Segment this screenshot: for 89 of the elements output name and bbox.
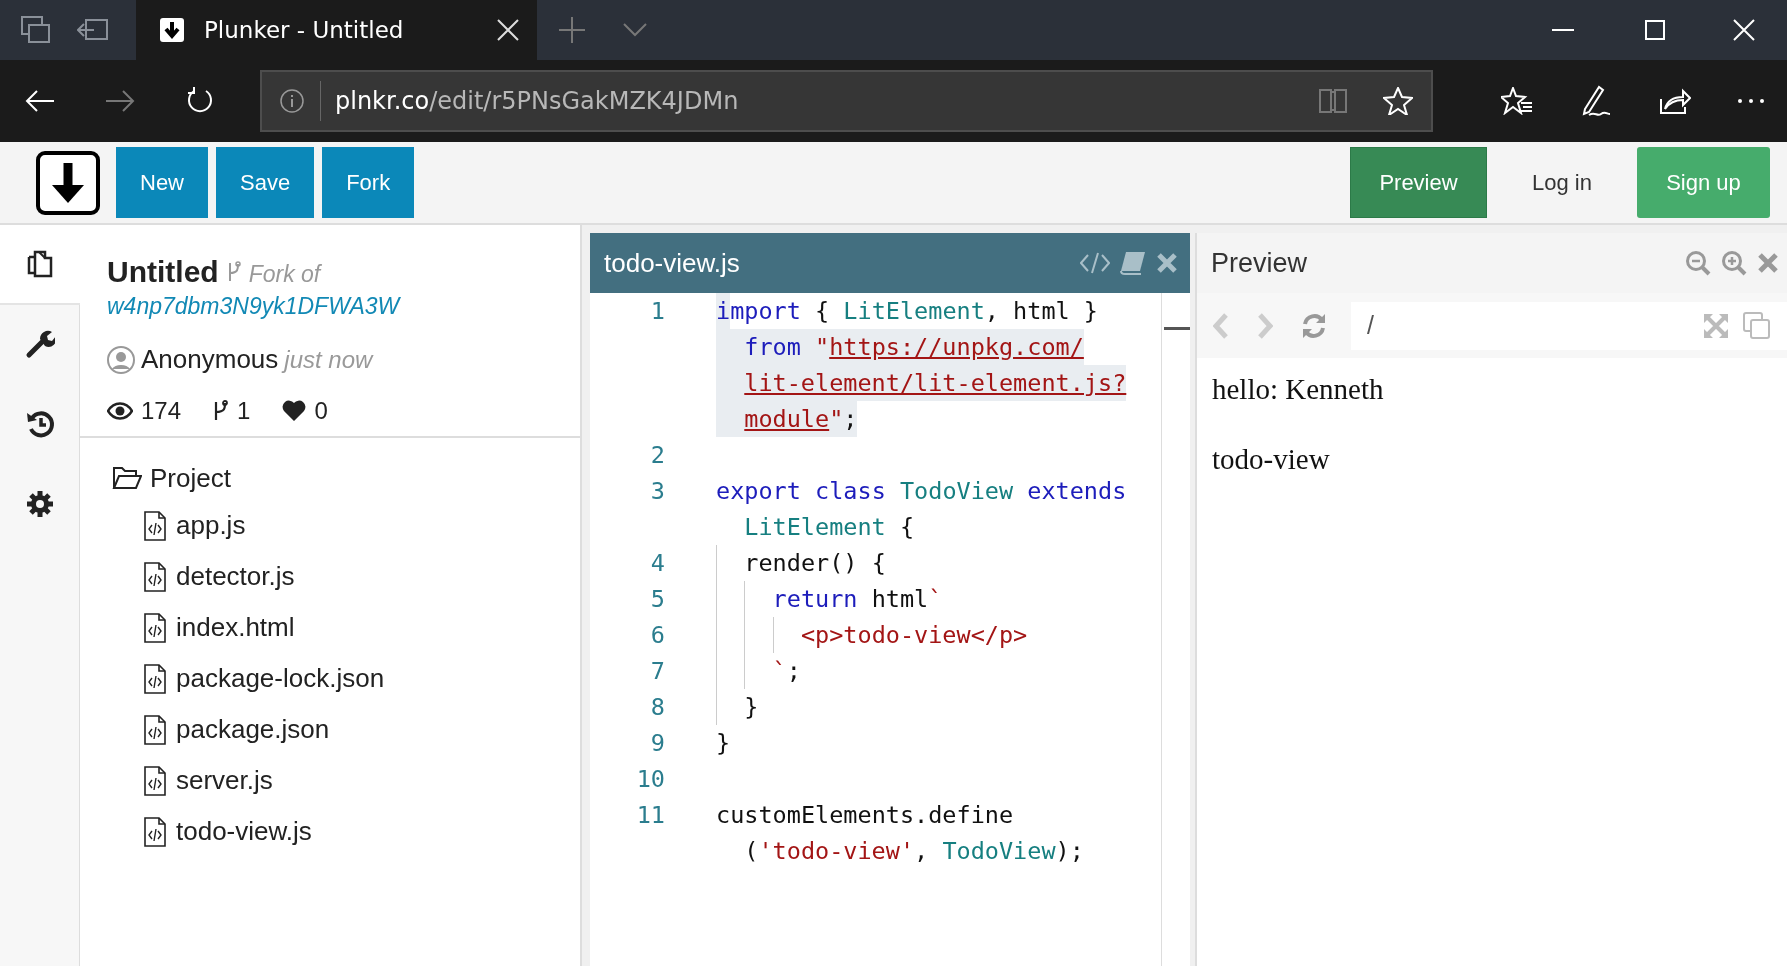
star-icon[interactable] [1383,87,1413,115]
sidebar-tab[interactable] [0,225,80,305]
code-file-icon [144,663,166,694]
like-count: 0 [314,397,328,425]
file-item[interactable]: server.js [112,755,580,806]
code-file-icon [144,765,166,796]
code-file-icon [144,612,166,643]
preview-button[interactable]: Preview [1350,147,1487,218]
line-number: 8 [649,692,665,723]
scroll-marker [1164,327,1190,330]
address-bar[interactable]: plnkr.co/edit/r5PNsGakMZK4JDMn [260,70,1433,132]
chevron-down-icon[interactable] [623,23,647,37]
file-item[interactable]: package.json [112,704,580,755]
wrench-icon [24,329,55,359]
author-name: Anonymous [141,344,279,375]
forward-icon[interactable] [105,89,135,113]
line-number: 10 [635,764,665,795]
plunk-title: Untitled [107,255,219,289]
code-line: return html` [716,581,943,617]
folder-icon [112,466,142,490]
toolbar-button[interactable]: Save [216,147,315,218]
toolbar-button[interactable]: Fork [322,147,415,218]
toolbar-button[interactable]: New [116,147,208,218]
code-line: LitElement { [743,512,915,543]
arrow-down-icon[interactable] [36,150,100,215]
fork-label: Fork of [248,261,321,288]
file-item[interactable]: app.js [112,500,580,551]
view-count: 174 [141,397,182,425]
code-line: ('todo-view', TodoView); [743,836,1084,867]
url-text: plnkr.co/edit/r5PNsGakMZK4JDMn [320,81,1319,121]
code-file-icon [144,561,166,592]
settings-icon [24,489,55,519]
heart-icon [282,400,307,422]
files-icon [25,249,55,279]
code-line: <p>todo-view</p> [716,617,1028,653]
log-in-link[interactable]: Log in [1487,147,1637,218]
code-file-icon [144,510,166,541]
code-file-icon [144,816,166,847]
plus-icon[interactable] [559,17,585,43]
favorites-icon[interactable] [1501,87,1533,115]
share-icon[interactable] [1659,87,1691,115]
editor-tab-title: todo-view.js [604,247,741,279]
line-number: 6 [649,620,665,651]
code-line: render() { [716,545,886,581]
code-line: export class TodoView extends [716,476,1127,507]
code-line: import { LitElement, html } [716,296,1098,327]
zoom-in-icon[interactable] [1721,250,1747,276]
fork-icon [213,400,230,422]
tab-title: Plunker - Untitled [204,17,405,43]
code-line: customElements.define [716,800,1014,831]
pen-icon[interactable] [1581,85,1611,117]
line-number: 2 [649,440,665,471]
tab-aside-icon[interactable] [77,18,109,42]
line-number: 4 [649,548,665,579]
line-number: 5 [649,584,665,615]
preview-title: Preview [1211,247,1309,279]
maximize-icon[interactable] [1645,20,1665,40]
code-line: `; [716,653,801,689]
eye-icon [107,402,133,420]
code-file-icon [144,714,166,745]
book-icon[interactable] [1120,251,1146,275]
browser-tab[interactable]: Plunker - Untitled [136,0,537,60]
fork-source-link[interactable]: w4np7dbm3N9yk1DFWA3W [107,293,400,320]
reading-view-icon[interactable] [1319,88,1347,114]
line-number: 7 [649,656,665,687]
code-line: } [716,689,759,725]
tabs-icon[interactable] [21,16,51,44]
info-icon[interactable] [280,89,304,113]
file-item[interactable]: index.html [112,602,580,653]
line-number: 9 [649,728,665,759]
avatar-icon [107,345,135,374]
line-number: 11 [635,800,665,831]
code-line: } [716,728,731,759]
file-item[interactable]: detector.js [112,551,580,602]
preview-text: hello: Kenneth [1212,372,1385,406]
preview-text: todo-view [1212,442,1331,476]
zoom-out-icon[interactable] [1685,250,1711,276]
line-number: 1 [649,296,665,327]
file-item[interactable]: package-lock.json [112,653,580,704]
folder-item[interactable]: Project [112,456,580,500]
line-number: 3 [649,476,665,507]
arrow-down-icon [160,18,184,42]
file-item[interactable]: todo-view.js [112,806,580,857]
fork-icon [226,261,241,283]
code-icon[interactable] [1080,252,1110,274]
refresh-icon[interactable] [186,87,214,115]
history-icon [24,409,55,439]
more-icon[interactable] [1738,99,1764,103]
fork-count: 1 [237,397,251,425]
